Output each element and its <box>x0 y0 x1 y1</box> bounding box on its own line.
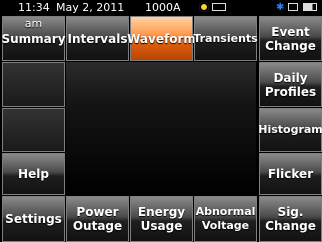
tab-transients[interactable]: Transients <box>193 16 258 61</box>
button-label: Sig. Change <box>265 205 316 233</box>
button-label: Event Change <box>265 24 316 53</box>
daily-profiles-button[interactable]: Daily Profiles <box>259 62 322 107</box>
tab-waveform[interactable]: Waveform <box>127 16 196 61</box>
empty-slot-2 <box>2 108 65 152</box>
battery-icon <box>212 3 226 11</box>
button-label: Settings <box>5 212 62 226</box>
battery-level-icon <box>303 3 317 11</box>
button-label: Energy Usage <box>137 205 186 233</box>
button-label: Daily Profiles <box>264 70 317 99</box>
abnormal-voltage-button[interactable]: Abnormal Voltage <box>194 196 257 242</box>
bluetooth-icon: ✱ <box>276 2 285 13</box>
empty-slot-1 <box>2 62 65 107</box>
histogram-button[interactable]: Histogram <box>258 108 322 152</box>
window-icon <box>288 3 298 11</box>
button-label: Help <box>18 167 49 181</box>
status-bar: 11:34 May 2, 2011 1000A ✱ <box>0 0 322 15</box>
button-label: Power Outage <box>72 205 123 233</box>
settings-button[interactable]: Settings <box>2 196 65 242</box>
button-label: Flicker <box>267 167 314 181</box>
power-outage-button[interactable]: Power Outage <box>66 196 129 242</box>
sig-change-button[interactable]: Sig. Change <box>259 196 322 242</box>
tab-label: Summary <box>1 31 66 46</box>
tab-label: Transients <box>193 31 258 45</box>
energy-usage-button[interactable]: Energy Usage <box>130 196 193 242</box>
status-current: 1000A <box>145 1 181 14</box>
flicker-button[interactable]: Flicker <box>259 153 322 195</box>
am-label: am <box>24 17 43 30</box>
status-time: 11:34 <box>18 1 50 14</box>
tab-label: Waveform <box>127 31 196 46</box>
tab-intervals[interactable]: Intervals <box>66 16 129 61</box>
tab-summary[interactable]: am Summary <box>1 16 66 61</box>
button-label: Histogram <box>258 123 322 136</box>
tab-label: Intervals <box>67 31 128 46</box>
waveform-display-area <box>66 62 256 195</box>
event-change-button[interactable]: Event Change <box>259 16 322 61</box>
button-label: Abnormal Voltage <box>195 205 256 232</box>
gps-fix-icon <box>199 2 209 12</box>
status-date: May 2, 2011 <box>56 1 125 14</box>
help-button[interactable]: Help <box>2 153 65 195</box>
